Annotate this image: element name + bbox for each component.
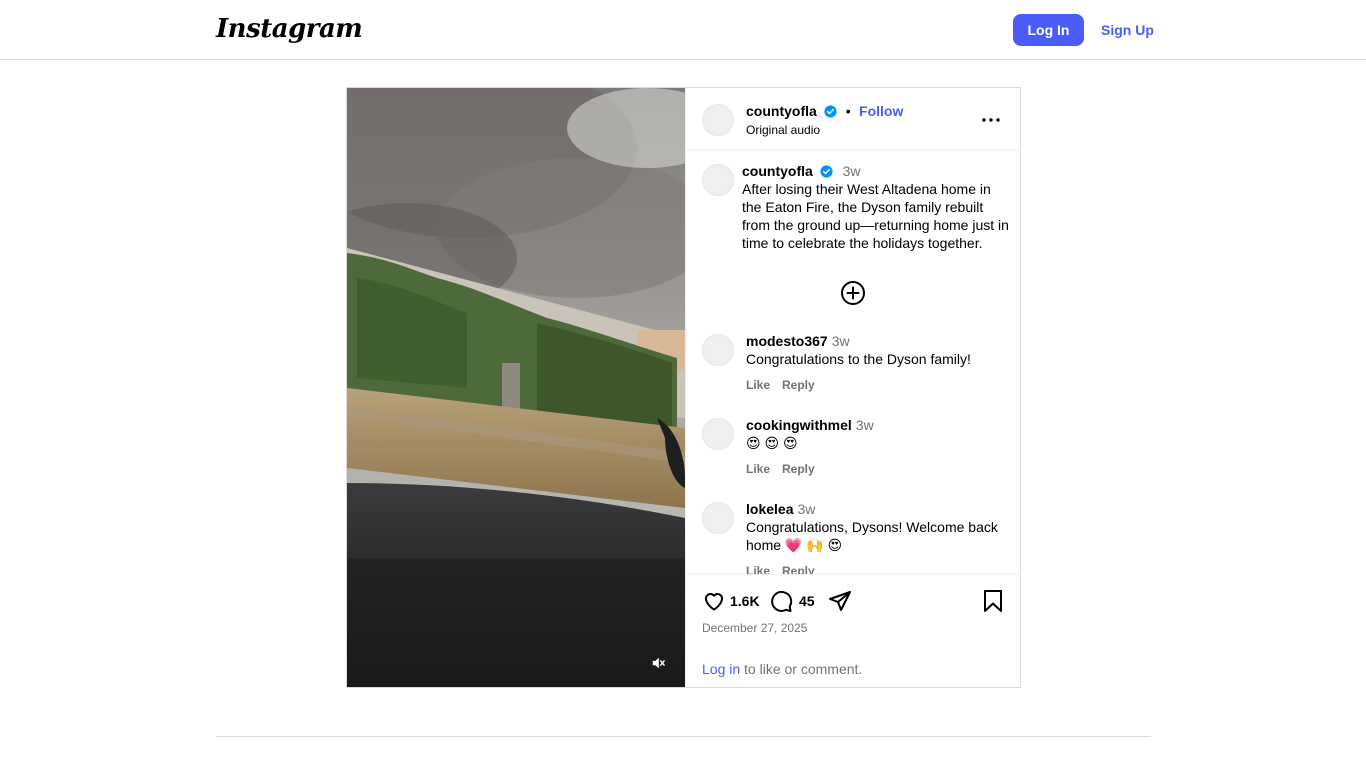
comment-icon[interactable] bbox=[769, 589, 793, 613]
verified-badge-icon bbox=[824, 105, 837, 118]
top-navigation: Instagram Log In Sign Up bbox=[0, 0, 1366, 60]
comment-username[interactable]: cookingwithmel bbox=[746, 417, 852, 433]
login-prompt: Log in to like or comment. bbox=[702, 661, 862, 677]
comment-actions: Like Reply bbox=[746, 460, 1008, 478]
caption-body: countyofla 3w After losing their West Al… bbox=[742, 162, 1012, 252]
verified-badge-icon bbox=[820, 165, 833, 178]
add-comment-icon[interactable] bbox=[840, 280, 866, 306]
video-frame bbox=[347, 88, 685, 687]
caption-text: After losing their West Altadena home in… bbox=[742, 181, 1009, 251]
login-button[interactable]: Log In bbox=[1013, 14, 1084, 46]
comment-username[interactable]: modesto367 bbox=[746, 333, 828, 349]
separator-dot: • bbox=[845, 103, 851, 119]
comments-count: 45 bbox=[799, 593, 815, 609]
login-prompt-text: to like or comment. bbox=[740, 661, 863, 677]
author-username[interactable]: countyofla bbox=[746, 103, 817, 119]
comment-action[interactable]: 45 bbox=[769, 589, 815, 613]
caption-time: 3w bbox=[842, 163, 861, 179]
comment-body: lokelea 3w Congratulations, Dysons! Welco… bbox=[746, 500, 1008, 574]
comment-avatar[interactable] bbox=[702, 418, 734, 450]
action-bar: 1.6K 45 December 27, 2025 Log in to like… bbox=[686, 574, 1021, 687]
post-card: countyofla • Follow Original audio count… bbox=[346, 87, 1021, 688]
login-link[interactable]: Log in bbox=[702, 661, 740, 677]
comment-actions: Like Reply bbox=[746, 562, 1008, 574]
comment-username[interactable]: lokelea bbox=[746, 501, 793, 517]
comment-like-button[interactable]: Like bbox=[746, 378, 770, 392]
comment-time: 3w bbox=[831, 333, 850, 349]
share-icon[interactable] bbox=[828, 589, 852, 613]
comment-reply-button[interactable]: Reply bbox=[782, 564, 815, 574]
comment-like-button[interactable]: Like bbox=[746, 462, 770, 476]
caption-avatar[interactable] bbox=[702, 164, 734, 196]
comment-text: 😍 😍 😍 bbox=[746, 435, 798, 451]
comment-avatar[interactable] bbox=[702, 502, 734, 534]
likes-count: 1.6K bbox=[730, 593, 760, 609]
signup-button[interactable]: Sign Up bbox=[1094, 14, 1161, 46]
comment-like-button[interactable]: Like bbox=[746, 564, 770, 574]
comment-reply-button[interactable]: Reply bbox=[782, 462, 815, 476]
comments-section[interactable]: countyofla 3w After losing their West Al… bbox=[686, 152, 1021, 574]
mute-icon bbox=[652, 657, 665, 669]
comment-text: Congratulations, Dysons! Welcome back ho… bbox=[746, 519, 998, 553]
instagram-logo[interactable]: Instagram bbox=[216, 14, 363, 44]
footer-divider bbox=[216, 736, 1151, 737]
save-action[interactable] bbox=[982, 589, 1004, 613]
comment-body: modesto367 3w Congratulations to the Dyso… bbox=[746, 332, 1008, 394]
comment-text: Congratulations to the Dyson family! bbox=[746, 351, 971, 367]
share-action[interactable] bbox=[828, 589, 852, 613]
like-action[interactable]: 1.6K bbox=[702, 589, 760, 613]
author-line: countyofla • Follow bbox=[746, 103, 903, 121]
comment-time: 3w bbox=[855, 417, 874, 433]
heart-icon[interactable] bbox=[702, 589, 726, 613]
mute-button[interactable] bbox=[643, 648, 673, 678]
comment-avatar[interactable] bbox=[702, 334, 734, 366]
comment-actions: Like Reply bbox=[746, 376, 1008, 394]
more-options-icon bbox=[982, 118, 1000, 122]
audio-link[interactable]: Original audio bbox=[746, 123, 820, 137]
caption-username[interactable]: countyofla bbox=[742, 163, 813, 179]
comment-body: cookingwithmel 3w 😍 😍 😍 Like Reply bbox=[746, 416, 1008, 478]
author-avatar[interactable] bbox=[702, 104, 734, 136]
comment-reply-button[interactable]: Reply bbox=[782, 378, 815, 392]
bookmark-icon[interactable] bbox=[982, 589, 1004, 613]
post-header: countyofla • Follow Original audio bbox=[686, 88, 1021, 151]
post-sidebar: countyofla • Follow Original audio count… bbox=[685, 88, 1021, 687]
more-options-button[interactable] bbox=[979, 108, 1003, 132]
post-video[interactable] bbox=[347, 88, 685, 687]
follow-button[interactable]: Follow bbox=[859, 103, 903, 119]
post-date: December 27, 2025 bbox=[702, 621, 808, 635]
comment-time: 3w bbox=[797, 501, 816, 517]
